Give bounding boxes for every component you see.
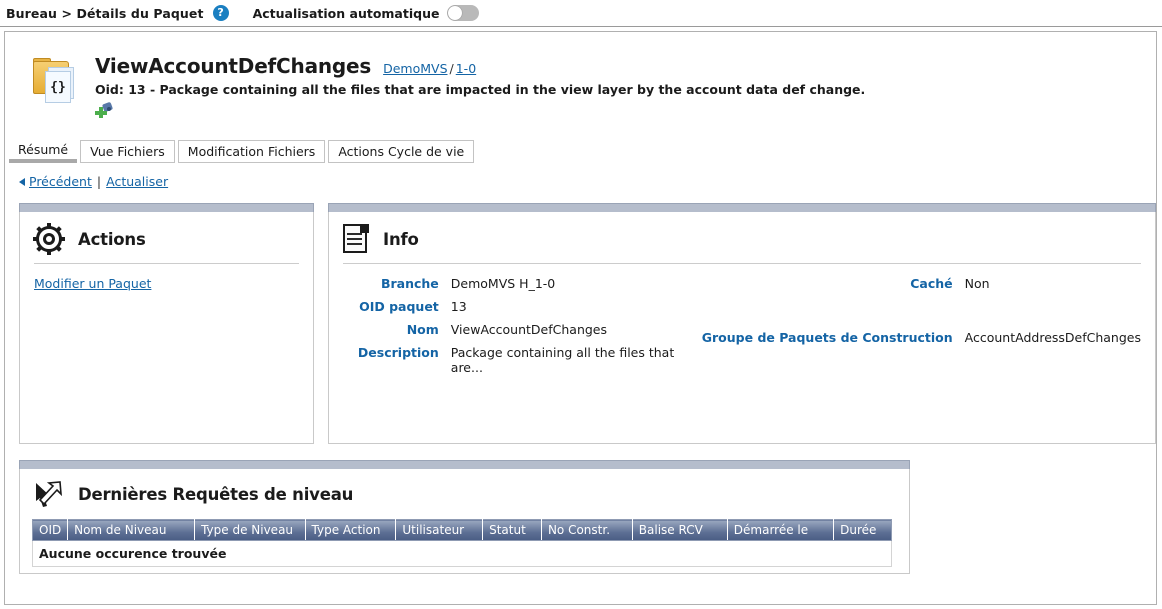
info-row: Description Package containing all the f… xyxy=(343,345,702,383)
info-row: Branche DemoMVS H_1-0 xyxy=(343,276,702,299)
tab-modification-fichiers[interactable]: Modification Fichiers xyxy=(177,140,326,163)
table-row-empty: Aucune occurence trouvée xyxy=(32,540,892,567)
page-title: ViewAccountDefChanges xyxy=(95,54,372,78)
info-row: Groupe de Paquets de Construction Accoun… xyxy=(702,330,1141,384)
info-panel-body: Info Branche DemoMVS H_1-0 OID paquet 13… xyxy=(328,212,1156,444)
col-type-action[interactable]: Type Action xyxy=(304,519,397,541)
requests-panel-title: Dernières Requêtes de niveau xyxy=(78,484,354,504)
requests-panel: Dernières Requêtes de niveau OID Nom de … xyxy=(19,460,910,574)
nav-links: Précédent | Actualiser xyxy=(19,174,1156,189)
col-demarree-le[interactable]: Démarrée le xyxy=(726,519,835,541)
requests-panel-body: Dernières Requêtes de niveau OID Nom de … xyxy=(19,469,910,574)
panels-row: Actions Modifier un Paquet Info Branche … xyxy=(19,203,1156,444)
info-panel: Info Branche DemoMVS H_1-0 OID paquet 13… xyxy=(328,203,1156,444)
info-fields-right: Caché Non Groupe de Paquets de Construct… xyxy=(702,276,1141,383)
back-arrow-icon xyxy=(19,177,25,186)
info-fields: Branche DemoMVS H_1-0 OID paquet 13 Nom … xyxy=(343,264,1141,383)
branch-link[interactable]: DemoMVS xyxy=(383,61,447,76)
info-row: Nom ViewAccountDefChanges xyxy=(343,322,702,345)
info-label-branche: Branche xyxy=(380,276,439,291)
tab-resume[interactable]: Résumé xyxy=(9,139,78,163)
object-description: Oid: 13 - Package containing all the fil… xyxy=(95,82,866,97)
refresh-link[interactable]: Actualiser xyxy=(106,174,168,189)
auto-refresh-label: Actualisation automatique xyxy=(252,5,440,21)
col-utilisateur[interactable]: Utilisateur xyxy=(395,519,484,541)
document-icon xyxy=(343,224,369,254)
toggle-knob xyxy=(448,6,463,20)
tab-actions-cycle-de-vie[interactable]: Actions Cycle de vie xyxy=(328,140,475,163)
actions-panel-title: Actions xyxy=(78,229,146,249)
nav-separator: | xyxy=(96,174,102,189)
actions-panel-bar xyxy=(19,203,314,212)
gear-icon xyxy=(33,223,65,255)
empty-message: Aucune occurence trouvée xyxy=(32,540,892,567)
info-fields-left: Branche DemoMVS H_1-0 OID paquet 13 Nom … xyxy=(343,276,702,383)
col-oid[interactable]: OID xyxy=(31,519,69,541)
auto-refresh-toggle[interactable] xyxy=(447,5,480,21)
actions-panel-head: Actions xyxy=(33,223,299,263)
info-value-nom: ViewAccountDefChanges xyxy=(450,322,608,337)
previous-link[interactable]: Précédent xyxy=(29,174,92,189)
info-value-groupe-paquets: AccountAddressDefChanges xyxy=(964,329,1141,345)
info-label-cache: Caché xyxy=(910,276,953,291)
col-balise-rcv[interactable]: Balise RCV xyxy=(631,519,728,541)
info-label-nom: Nom xyxy=(406,322,439,337)
info-label-groupe-paquets: Groupe de Paquets de Construction xyxy=(701,329,953,345)
info-label-description: Description xyxy=(357,345,439,360)
tab-vue-fichiers[interactable]: Vue Fichiers xyxy=(80,140,175,163)
requests-panel-head: Dernières Requêtes de niveau xyxy=(20,469,909,519)
modify-package-link[interactable]: Modifier un Paquet xyxy=(34,276,151,291)
actions-panel: Actions Modifier un Paquet xyxy=(19,203,314,444)
col-duree[interactable]: Durée xyxy=(833,519,892,541)
breadcrumb[interactable]: Bureau > Détails du Paquet xyxy=(6,6,204,21)
info-value-cache: Non xyxy=(964,276,990,291)
top-breadcrumb-bar: Bureau > Détails du Paquet ? Actualisati… xyxy=(0,0,1162,27)
actions-panel-body: Actions Modifier un Paquet xyxy=(19,212,314,444)
object-links: DemoMVS/1-0 xyxy=(383,61,476,76)
col-type-niveau[interactable]: Type de Niveau xyxy=(194,519,306,541)
package-doc-glyph: {} xyxy=(45,71,71,103)
object-title-block: ViewAccountDefChanges DemoMVS/1-0 Oid: 1… xyxy=(95,54,865,119)
info-panel-head: Info xyxy=(343,224,1141,263)
col-nom-niveau[interactable]: Nom de Niveau xyxy=(67,519,196,541)
info-value-oid-paquet: 13 xyxy=(450,299,467,314)
object-header: {} ViewAccountDefChanges DemoMVS/1-0 Oid… xyxy=(5,32,1156,119)
table-header-row: OID Nom de Niveau Type de Niveau Type Ac… xyxy=(31,519,892,541)
info-panel-title: Info xyxy=(383,229,419,249)
col-statut[interactable]: Statut xyxy=(482,519,542,541)
main-content-area: {} ViewAccountDefChanges DemoMVS/1-0 Oid… xyxy=(4,31,1157,605)
info-panel-bar xyxy=(328,203,1156,212)
add-node-icon[interactable] xyxy=(95,101,114,119)
info-row: Caché Non xyxy=(702,276,1141,330)
link-separator: / xyxy=(449,61,454,76)
info-value-description: Package containing all the files that ar… xyxy=(450,345,675,375)
tab-bar: Résumé Vue Fichiers Modification Fichier… xyxy=(9,139,1156,163)
info-value-branche: DemoMVS H_1-0 xyxy=(450,276,556,291)
help-icon[interactable]: ? xyxy=(212,5,229,21)
col-no-constr[interactable]: No Constr. xyxy=(540,519,633,541)
table-body: Aucune occurence trouvée xyxy=(32,540,892,567)
info-label-oid-paquet: OID paquet xyxy=(359,299,439,314)
version-link[interactable]: 1-0 xyxy=(456,61,476,76)
cursor-arrow-icon xyxy=(32,479,64,509)
package-folder-icon: {} xyxy=(31,58,79,103)
requests-table: OID Nom de Niveau Type de Niveau Type Ac… xyxy=(31,519,892,567)
app-page: Bureau > Détails du Paquet ? Actualisati… xyxy=(0,0,1162,609)
requests-panel-bar xyxy=(19,460,910,469)
info-row: OID paquet 13 xyxy=(343,299,702,322)
